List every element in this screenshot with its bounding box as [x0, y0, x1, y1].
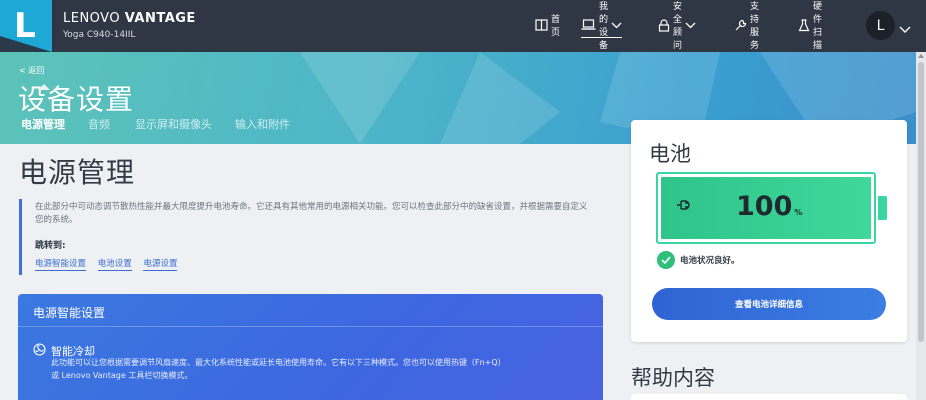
battery-card: 电池 100% 电池状况良好。 查看电池详细信息 — [631, 120, 907, 342]
jump-to-label: 跳转到: — [35, 241, 66, 251]
tab-input-accessories[interactable]: 输入和附件 — [235, 116, 290, 132]
app-name-bold: VANTAGE — [124, 11, 196, 26]
lock-icon — [658, 18, 670, 32]
jump-link-smart-settings[interactable]: 电源智能设置 — [35, 259, 87, 271]
scrollbar-thumb[interactable] — [918, 62, 924, 342]
jump-link-battery-settings[interactable]: 电池设置 — [97, 259, 132, 271]
wrench-icon — [734, 19, 747, 32]
jump-links: 电源智能设置 电池设置 电源设置 — [35, 257, 597, 271]
nav-item-label: 硬件扫描 — [813, 2, 823, 51]
help-content-card — [631, 394, 907, 400]
view-battery-details-button[interactable]: 查看电池详细信息 — [652, 288, 886, 320]
tab-audio[interactable]: 音频 — [88, 116, 110, 132]
cooling-description: 此功能可以让您根据需要调节风扇速度、最大化系统性能或延长电池使用寿命。它有以下三… — [51, 356, 571, 382]
battery-gauge: 100% — [656, 172, 876, 244]
app-name: LENOVO VANTAGE — [63, 11, 196, 26]
logo-letter: L — [14, 6, 36, 46]
nav-item-label: 我的设备 — [599, 2, 609, 51]
active-tab-indicator — [38, 84, 50, 90]
flask-icon — [798, 18, 810, 32]
top-nav-bar: L LENOVO VANTAGE Yoga C940-14IIL 首页 我的设备… — [0, 0, 926, 52]
cooling-fan-icon — [33, 341, 46, 360]
nav-item-label: 支持服务 — [750, 2, 760, 51]
check-circle-icon — [657, 251, 675, 269]
scroll-up-arrow-icon[interactable] — [918, 54, 924, 58]
card-header: 电源智能设置 — [18, 294, 603, 327]
battery-level-fill: 100% — [661, 177, 871, 239]
app-name-prefix: LENOVO — [63, 11, 125, 26]
battery-health-text: 电池状况良好。 — [680, 256, 740, 266]
tab-display-camera[interactable]: 显示屏和摄像头 — [135, 116, 212, 132]
nav-item-hardware-scan[interactable]: 硬件扫描 — [798, 2, 822, 51]
section-intro: 在此部分中可动态调节散热性能并最大限度提升电池寿命。它还具有其他常用的电源相关功… — [19, 199, 597, 275]
battery-card-title: 电池 — [649, 142, 691, 166]
charging-plug-icon — [676, 197, 692, 217]
power-smart-settings-card: 电源智能设置 智能冷却 此功能可以让您根据需要调节风扇速度、最大化系统性能或延长… — [18, 294, 603, 400]
battery-health-status: 电池状况良好。 — [657, 251, 740, 269]
account-chevron-down-icon[interactable] — [899, 19, 911, 38]
nav-item-support[interactable]: 支持服务 — [734, 2, 759, 51]
battery-level-unit: % — [794, 208, 803, 217]
page-scrollbar[interactable] — [916, 52, 926, 400]
nav-item-my-device[interactable]: 我的设备 — [581, 2, 623, 51]
brand-block: LENOVO VANTAGE Yoga C940-14IIL — [63, 11, 196, 40]
home-icon — [535, 19, 548, 31]
battery-level-value: 100 — [736, 191, 793, 222]
cooling-description-line: 此功能可以让您根据需要调节风扇速度、最大化系统性能或延长电池使用寿命。它有以下三… — [51, 358, 506, 367]
chevron-down-icon — [685, 22, 696, 29]
nav-item-home[interactable]: 首页 — [535, 15, 561, 38]
jump-link-power-settings[interactable]: 电源设置 — [143, 259, 178, 271]
nav-item-label: 安全顾问 — [673, 2, 683, 51]
page-title: 设备设置 — [18, 83, 135, 116]
section-description: 在此部分中可动态调节散热性能并最大限度提升电池寿命。它还具有其他常用的电源相关功… — [35, 202, 588, 225]
back-link[interactable]: < 返回 — [19, 65, 44, 76]
laptop-icon — [581, 19, 596, 31]
lenovo-vantage-logo[interactable]: L — [0, 0, 52, 52]
battery-terminal — [878, 196, 887, 220]
user-avatar[interactable]: L — [866, 11, 895, 40]
chevron-down-icon — [611, 22, 622, 29]
battery-percentage: 100% — [736, 191, 802, 222]
tab-power-management[interactable]: 电源管理 — [21, 116, 65, 132]
nav-item-label: 首页 — [551, 15, 561, 38]
help-content-title: 帮助内容 — [631, 366, 715, 390]
section-title: 电源管理 — [19, 156, 136, 189]
cooling-description-line: 或 Lenovo Vantage 工具栏切换模式。 — [51, 371, 193, 380]
device-model: Yoga C940-14IIL — [63, 30, 136, 40]
nav-item-security-advisor[interactable]: 安全顾问 — [658, 2, 696, 51]
